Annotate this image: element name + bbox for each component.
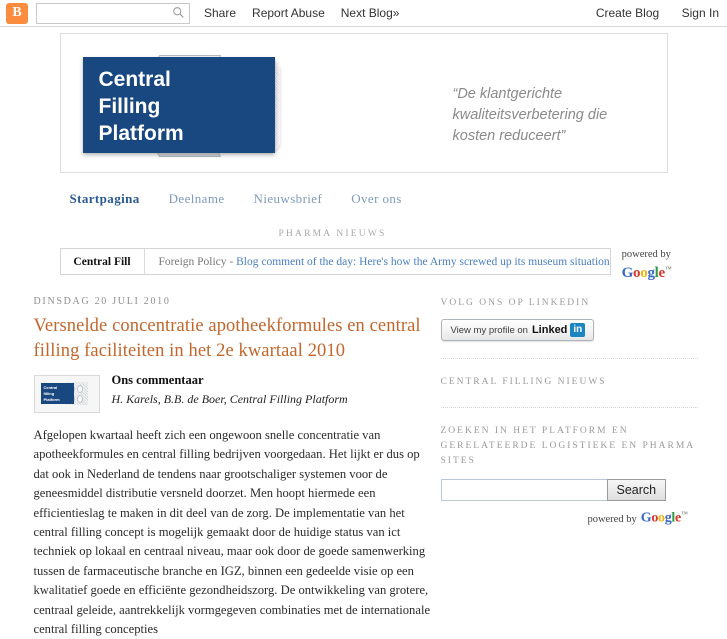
site-search-widget: Search powered by Google™: [440, 479, 698, 527]
blogger-navbar: B Share Report Abuse Next Blog» Create B…: [0, 0, 727, 27]
page-body: Central Filling Platform “De klantgerich…: [0, 27, 727, 639]
navbar-link-report-abuse[interactable]: Report Abuse: [252, 6, 325, 20]
blogger-logo-letter: B: [12, 5, 22, 20]
linkedin-in-icon: in: [570, 323, 586, 337]
post-thumbnail-image: Central filling Platform: [33, 375, 100, 413]
thumbnail-logo-line-1: Central: [43, 385, 58, 390]
site-tagline: “De klantgerichte kwaliteitsverbetering …: [452, 86, 608, 144]
navbar-search[interactable]: [36, 2, 190, 24]
post-body-paragraph: Afgelopen kwartaal heeft zich een ongewo…: [33, 428, 431, 637]
blogger-b-icon[interactable]: B: [6, 2, 28, 24]
search-powered-by-text: powered by: [587, 513, 637, 525]
pharma-news-heading: PHARMA NIEUWS: [278, 229, 387, 239]
content-area: DINSDAG 20 JULI 2010 Versnelde concentra…: [30, 296, 698, 639]
sidebar-heading-linkedin: VOLG ONS OP LINKEDIN: [440, 298, 591, 308]
site-logo: Central Filling Platform: [82, 57, 275, 153]
tab-deelname[interactable]: Deelname: [169, 191, 225, 207]
news-ticker-source: Foreign Policy -: [158, 255, 234, 268]
navbar-link-share[interactable]: Share: [204, 6, 236, 20]
news-ticker[interactable]: Central Fill Foreign Policy - Blog comme…: [59, 248, 611, 275]
sidebar-search-button[interactable]: Search: [606, 479, 667, 501]
ticker-powered-by-text: powered by: [621, 249, 671, 260]
sidebar-heading-search: ZOEKEN IN HET PLATFORM EN GERELATEERDE L…: [440, 426, 695, 466]
sidebar-heading-nieuws: CENTRAL FILLING NIEUWS: [440, 377, 607, 387]
post-date: DINSDAG 20 JULI 2010: [33, 296, 171, 307]
post-byline: Central filling Platform Ons commentaar …: [33, 373, 434, 413]
tab-over-ons[interactable]: Over ons: [351, 191, 402, 207]
tab-nieuwsbrief[interactable]: Nieuwsbrief: [254, 191, 323, 207]
site-logo-line-2: Filling: [98, 95, 161, 118]
news-ticker-link[interactable]: Blog comment of the day: Here's how the …: [236, 256, 610, 268]
site-logo-line-3: Platform: [98, 122, 184, 145]
news-ticker-brand: Central Fill: [61, 249, 145, 274]
sidebar-search-input[interactable]: [440, 479, 607, 501]
ticker-powered-by: powered by Google™: [611, 248, 672, 282]
sidebar: VOLG ONS OP LINKEDIN View my profile on …: [434, 296, 698, 639]
navbar-link-next-blog[interactable]: Next Blog»: [341, 6, 400, 20]
linkedin-button-word: Linked: [531, 324, 568, 336]
tab-startpagina[interactable]: Startpagina: [70, 191, 140, 207]
search-row: Search: [440, 479, 698, 501]
navbar-link-create-blog[interactable]: Create Blog: [596, 6, 659, 20]
search-icon: [173, 6, 184, 18]
news-ticker-item: Foreign Policy - Blog comment of the day…: [145, 256, 610, 268]
google-logo: Google™: [621, 265, 672, 281]
sidebar-divider-2: [440, 407, 698, 408]
linkedin-profile-button[interactable]: View my profile on Linked in: [440, 319, 595, 341]
byline-texts: Ons commentaar H. Karels, B.B. de Boer, …: [112, 373, 434, 407]
google-logo-sidebar: Google™: [640, 510, 688, 526]
main-column: DINSDAG 20 JULI 2010 Versnelde concentra…: [33, 296, 434, 639]
pharma-news-section: PHARMA NIEUWS Central Fill Foreign Polic…: [59, 229, 672, 282]
navbar-link-sign-in[interactable]: Sign In: [682, 6, 719, 20]
site-header-banner: Central Filling Platform “De klantgerich…: [59, 33, 668, 173]
byline-authors: H. Karels, B.B. de Boer, Central Filling…: [111, 392, 348, 406]
byline-heading: Ons commentaar: [111, 373, 204, 387]
post-title[interactable]: Versnelde concentratie apotheekformules …: [34, 314, 434, 364]
sidebar-divider-1: [440, 358, 698, 359]
thumbnail-logo-block: Central filling Platform: [40, 383, 74, 404]
search-input[interactable]: [37, 3, 173, 21]
navbar-right-links: Create Blog Sign In: [578, 4, 719, 22]
search-powered-by: powered by Google™: [441, 506, 698, 527]
thumbnail-logo-line-3: Platform: [43, 397, 60, 402]
site-logo-line-1: Central: [98, 68, 171, 91]
primary-nav-tabs: Startpagina Deelname Nieuwsbrief Over on…: [60, 191, 668, 207]
linkedin-button-prefix: View my profile on: [450, 324, 528, 336]
pharma-news-row: Central Fill Foreign Policy - Blog comme…: [59, 248, 672, 282]
post-body: Afgelopen kwartaal heeft zich een ongewo…: [34, 426, 434, 639]
